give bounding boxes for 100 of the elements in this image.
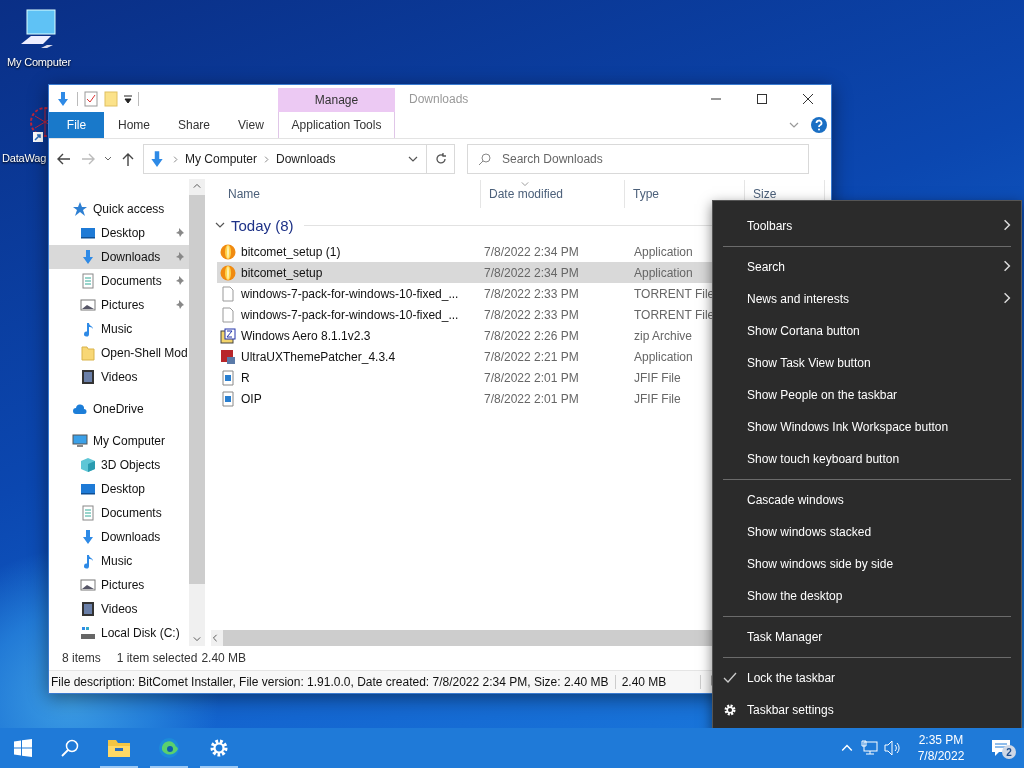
nav-item[interactable]: Pictures (49, 573, 189, 597)
column-header[interactable]: Date modified (481, 180, 625, 208)
nav-item[interactable]: Videos (49, 365, 189, 389)
date-cell-text: 7/8/2022 2:26 PM (483, 328, 580, 343)
file-name: bitcomet_setup (1) (241, 244, 341, 259)
clock-date: 7/8/2022 (917, 748, 965, 764)
desktop-icon-label[interactable]: DataWag (2, 152, 47, 164)
nav-item[interactable]: Documents (49, 501, 189, 525)
date-cell-text: 7/8/2022 2:33 PM (483, 307, 580, 322)
desktop-icon-label[interactable]: My Computer (7, 56, 71, 68)
nav-item[interactable]: OneDrive (49, 397, 189, 421)
desktop-icon (80, 481, 96, 497)
menu-item[interactable]: Toolbars (713, 210, 1021, 242)
file-icon (220, 306, 236, 323)
nav-item[interactable]: Music (49, 317, 189, 341)
star-icon (72, 201, 88, 217)
search-field[interactable]: Search Downloads (467, 144, 809, 174)
refresh-button[interactable] (427, 144, 455, 174)
selection-count: 1 item selected (116, 651, 198, 665)
clock[interactable]: 2:35 PM 7/8/2022 (904, 732, 978, 764)
type-cell-text: Application (633, 244, 694, 259)
menu-item[interactable]: Show windows stacked (713, 516, 1021, 548)
breadcrumb[interactable]: Downloads (276, 152, 336, 166)
drive-icon (80, 625, 96, 641)
scroll-down-icon (193, 635, 201, 643)
window-title: Downloads (409, 91, 470, 106)
breadcrumb-separator-icon (263, 155, 271, 163)
menu-item[interactable]: Taskbar settings (713, 694, 1021, 726)
notifications-button[interactable]: 2 (978, 728, 1024, 768)
nav-item[interactable]: Quick access (49, 197, 189, 221)
group-header[interactable]: Today (8) (211, 209, 294, 241)
menu-item[interactable]: Task Manager (713, 621, 1021, 653)
nav-item[interactable]: Music (49, 549, 189, 573)
file-name: R (241, 370, 250, 385)
nav-item[interactable]: Desktop (49, 477, 189, 501)
scroll-left-icon (211, 634, 219, 642)
help-icon[interactable] (811, 117, 827, 133)
ribbon-tab[interactable]: File (49, 112, 104, 138)
nav-item[interactable]: Local Disk (C:) (49, 621, 189, 645)
manage-tab[interactable]: Manage (278, 88, 395, 112)
nav-item[interactable]: Downloads (49, 245, 189, 269)
date-cell-text: 7/8/2022 2:34 PM (483, 244, 580, 259)
caret-icon (104, 156, 112, 162)
breadcrumb[interactable]: My Computer (185, 152, 258, 166)
file-name: Windows Aero 8.1.1v2.3 (241, 328, 371, 343)
nav-item[interactable]: Documents (49, 269, 189, 293)
nav-item[interactable]: Pictures (49, 293, 189, 317)
image-file-icon (220, 390, 236, 407)
expand-ribbon-icon (789, 120, 799, 130)
file-name: OIP (241, 391, 262, 406)
scroll-thumb[interactable] (189, 195, 205, 584)
nav-item[interactable]: Downloads (49, 525, 189, 549)
desktop-icon (80, 225, 96, 241)
picture-icon (80, 577, 96, 593)
computer-icon (72, 433, 88, 449)
back-arrow-icon (57, 153, 71, 165)
menu-item[interactable]: Show Windows Ink Workspace button (713, 411, 1021, 443)
film-icon (80, 369, 96, 385)
date-cell-text: 7/8/2022 2:34 PM (483, 265, 580, 280)
scrollbar[interactable] (189, 179, 205, 646)
nav-item[interactable]: 3D Objects (49, 453, 189, 477)
date-cell-text: 7/8/2022 2:01 PM (483, 370, 580, 385)
close-icon (803, 93, 813, 104)
ribbon-tab[interactable]: Application Tools (278, 112, 395, 138)
type-cell-text: JFIF File (633, 391, 682, 406)
menu-item[interactable]: Cascade windows (713, 484, 1021, 516)
menu-item[interactable]: Show windows side by side (713, 548, 1021, 580)
type-cell-text: Application (633, 349, 694, 364)
search-icon (479, 153, 491, 165)
sort-icon (521, 180, 529, 188)
address-bar[interactable]: My Computer Downloads (143, 144, 427, 174)
type-cell-text: JFIF File (633, 370, 682, 385)
document-icon (80, 273, 96, 289)
folder-icon (104, 90, 118, 107)
menu-item[interactable]: Show Cortana button (713, 315, 1021, 347)
menu-item[interactable]: Lock the taskbar (713, 662, 1021, 694)
file-name: bitcomet_setup (241, 265, 323, 280)
forward-arrow-icon (81, 153, 95, 165)
dropdown-icon[interactable] (124, 93, 132, 104)
picture-icon (80, 297, 96, 313)
nav-item[interactable]: My Computer (49, 429, 189, 453)
volume-icon[interactable] (883, 740, 902, 756)
file-icon (220, 285, 236, 302)
file-name: windows-7-pack-for-windows-10-fixed_... (241, 286, 459, 301)
nav-item[interactable]: Desktop (49, 221, 189, 245)
download-icon (55, 90, 71, 107)
network-icon[interactable] (860, 740, 879, 756)
nav-item[interactable]: Videos (49, 597, 189, 621)
selection-size: 2.40 MB (201, 651, 247, 665)
menu-item[interactable]: Show touch keyboard button (713, 443, 1021, 475)
menu-item[interactable]: Show the desktop (713, 580, 1021, 612)
menu-item[interactable]: News and interests (713, 283, 1021, 315)
notification-count: 2 (1002, 745, 1016, 759)
application-icon (220, 348, 236, 365)
type-cell-text: Application (633, 265, 694, 280)
nav-item[interactable]: Open-Shell Mod (49, 341, 189, 365)
file-details: File description: BitComet Installer, File version: 1.91.0.0, Date created: 7/8/2022 2:34 PM, Size: 2.40 MB (49, 675, 616, 689)
column-header[interactable]: Name (220, 180, 481, 208)
item-count: 8 items (62, 651, 101, 665)
properties-icon (84, 90, 98, 107)
